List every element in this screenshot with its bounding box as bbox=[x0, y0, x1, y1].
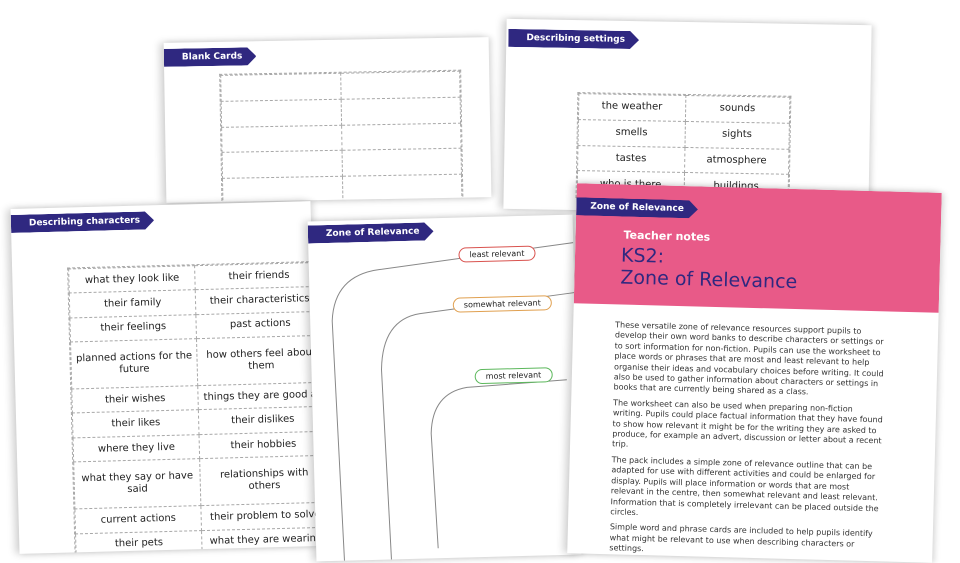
somewhat-zone-line bbox=[380, 292, 575, 560]
card-row: planned actions for the future how others… bbox=[70, 335, 320, 390]
word-card: their dislikes bbox=[198, 406, 320, 435]
blank-card bbox=[340, 96, 461, 125]
word-card: their pets bbox=[75, 530, 203, 554]
card-row: smells sights bbox=[577, 119, 790, 149]
sheet-banner: Describing settings bbox=[508, 29, 639, 49]
notes-paragraph: The pack includes a simple zone of relev… bbox=[610, 455, 879, 517]
word-card: things they are good at bbox=[198, 382, 320, 411]
word-card: planned actions for the future bbox=[70, 338, 199, 390]
word-card: their hobbies bbox=[199, 431, 320, 459]
most-zone-line bbox=[430, 379, 567, 549]
notes-paragraph: Simple word and phrase cards are include… bbox=[609, 522, 873, 554]
word-card: what they are wearing bbox=[201, 526, 320, 554]
sheet-banner: Zone of Relevance bbox=[576, 197, 698, 218]
word-card: their likes bbox=[72, 410, 200, 438]
word-card: their feelings bbox=[69, 314, 197, 343]
word-card: relationships with others bbox=[199, 455, 320, 506]
most-relevant-label: most relevant bbox=[474, 367, 553, 385]
word-card: past actions bbox=[196, 311, 320, 339]
blank-card bbox=[340, 71, 461, 100]
word-card: what they look like bbox=[68, 265, 196, 294]
sheet-banner: Blank Cards bbox=[164, 47, 257, 67]
blank-card bbox=[341, 148, 462, 177]
blank-card bbox=[222, 176, 343, 203]
word-card: tastes bbox=[577, 145, 685, 173]
zone-worksheet-sheet: Zone of Relevance least relevant somewha… bbox=[307, 214, 582, 562]
card-row: tastes atmosphere bbox=[577, 145, 789, 175]
blank-card bbox=[341, 122, 462, 151]
word-card: their characteristics bbox=[195, 286, 320, 315]
word-card: their problem to solve bbox=[201, 502, 320, 531]
blank-cards-sheet: Blank Cards bbox=[163, 37, 492, 203]
least-relevant-label: least relevant bbox=[458, 245, 536, 263]
notes-body: These versatile zone of relevance resour… bbox=[609, 320, 885, 562]
key-stage-label: KS2: bbox=[620, 244, 665, 268]
word-card: where they live bbox=[73, 434, 200, 463]
least-zone-line bbox=[331, 242, 574, 561]
teacher-notes-subtitle: Teacher notes bbox=[623, 228, 711, 244]
card-row: what they say or have said relationships … bbox=[73, 455, 320, 510]
word-card: their friends bbox=[194, 262, 320, 291]
word-card: smells bbox=[577, 119, 686, 147]
sheet-banner: Describing characters bbox=[11, 211, 155, 233]
blank-card bbox=[222, 150, 342, 179]
notes-title: Zone of Relevance bbox=[620, 266, 798, 294]
word-card: how others feel about them bbox=[196, 335, 320, 386]
card-row bbox=[222, 174, 462, 203]
zone-outline bbox=[331, 242, 575, 561]
notes-paragraph: These versatile zone of relevance resour… bbox=[613, 320, 884, 397]
word-card: current actions bbox=[74, 505, 202, 534]
blank-card-grid bbox=[219, 69, 464, 203]
word-card: what they say or have said bbox=[73, 458, 202, 510]
word-card: atmosphere bbox=[684, 146, 789, 175]
notes-paragraph: The worksheet can also be used when prep… bbox=[611, 398, 883, 450]
describing-characters-sheet: Describing characters what they look lik… bbox=[10, 201, 320, 554]
word-card: sounds bbox=[685, 95, 790, 124]
somewhat-relevant-label: somewhat relevant bbox=[452, 295, 552, 313]
characters-card-grid: what they look like their friends their fa… bbox=[67, 260, 320, 554]
blank-card bbox=[220, 73, 341, 102]
word-card: their wishes bbox=[71, 385, 199, 414]
word-card: the weather bbox=[578, 93, 686, 122]
card-row: the weather sounds bbox=[578, 93, 790, 124]
word-card: sights bbox=[684, 121, 790, 149]
blank-card bbox=[221, 124, 342, 153]
blank-card bbox=[221, 99, 342, 127]
teacher-notes-sheet: Zone of Relevance Teacher notes KS2: Zon… bbox=[567, 183, 942, 563]
word-card: their family bbox=[69, 290, 197, 318]
blank-card bbox=[341, 174, 462, 203]
